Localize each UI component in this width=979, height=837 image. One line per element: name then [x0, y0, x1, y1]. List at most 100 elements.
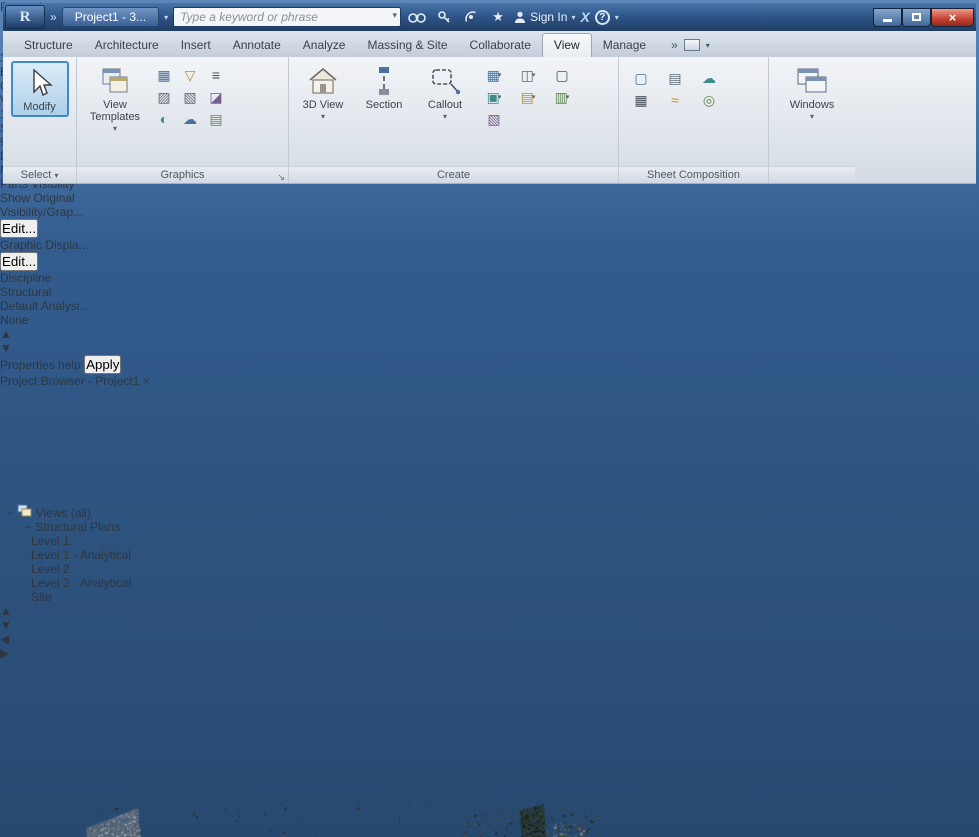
scroll-right-icon[interactable]: ▶ [0, 646, 979, 660]
matchline-icon[interactable]: ≈ [664, 90, 686, 110]
subscription-center-icon[interactable] [433, 7, 455, 27]
exchange-apps-icon[interactable]: X [580, 9, 589, 25]
scroll-up-icon[interactable]: ▲ [0, 327, 979, 341]
properties-scrollbar[interactable]: ▲ ▼ [0, 327, 979, 355]
maximize-button[interactable] [902, 7, 931, 27]
sheet-icon[interactable]: ▢ [630, 68, 652, 88]
tab-analyze[interactable]: Analyze [292, 34, 357, 57]
callout-button[interactable]: Callout ▾ [416, 61, 474, 125]
quick-access-toolbar-chevron[interactable]: » [50, 10, 57, 24]
favorites-star-icon[interactable]: ★ [487, 7, 509, 27]
visibility-graphics-edit-button[interactable]: Edit... [0, 219, 39, 238]
tab-annotate[interactable]: Annotate [222, 34, 292, 57]
thin-lines-icon[interactable]: ≡ [205, 65, 227, 85]
guide-grid-icon[interactable]: ▦ [630, 90, 652, 110]
communication-center-icon[interactable] [460, 7, 482, 27]
property-row-visibility-graphics: Visibility/Grap... Edit... [0, 205, 84, 238]
help-caret[interactable]: ▾ [615, 13, 619, 22]
close-button[interactable]: × [931, 7, 974, 27]
project-browser-header[interactable]: Project Browser - Project1 × [0, 374, 979, 388]
view-templates-button[interactable]: View Templates ▾ [82, 61, 148, 137]
title-block-icon[interactable]: ▤ [664, 68, 686, 88]
callout-caret[interactable]: ▾ [443, 111, 447, 123]
tab-insert[interactable]: Insert [170, 34, 222, 57]
project-browser-close-icon[interactable]: × [143, 374, 150, 388]
project-browser-hscrollbar[interactable]: ◀ ▶ [0, 632, 979, 660]
tab-manage[interactable]: Manage [592, 34, 657, 57]
minimize-button[interactable] [873, 7, 902, 27]
duplicate-view-icon[interactable]: ▣ ▾ [483, 87, 505, 107]
sheet-composition-buttons: ▢ ▤ ☁ ▦ ≈ ◎ [624, 67, 726, 111]
application-menu-button[interactable]: R [5, 5, 45, 29]
graphics-small-buttons: ▦ ▽ ≡ ▨ ▧ ◪ ◐ ☁ ▤ [151, 64, 229, 130]
view-reference-icon[interactable]: ◎ [698, 90, 720, 110]
modify-tab-chevron[interactable]: » [671, 38, 678, 52]
expander-icon[interactable]: − [7, 506, 14, 520]
tab-architecture[interactable]: Architecture [84, 34, 170, 57]
help-icon[interactable]: ? [594, 9, 610, 25]
property-row-default-analysis[interactable]: Default Analysi... None [0, 299, 979, 327]
create-panel-label: Create [289, 166, 618, 183]
property-row-discipline[interactable]: Discipline Structural [0, 271, 979, 299]
tree-item-level-1[interactable]: Level 1 [0, 534, 979, 548]
3d-view-caret[interactable]: ▾ [321, 111, 325, 123]
elevation-icon[interactable]: ◫ ▾ [517, 65, 539, 85]
apply-button[interactable]: Apply [84, 355, 122, 374]
render-in-cloud-icon[interactable]: ☁ [179, 109, 201, 129]
scroll-left-icon[interactable]: ◀ [0, 632, 979, 646]
legends-icon[interactable]: ▤ ▾ [517, 87, 539, 107]
tab-view[interactable]: View [541, 33, 592, 57]
windows-caret[interactable]: ▾ [810, 111, 814, 123]
tree-item-site[interactable]: Site [0, 590, 979, 604]
search-input[interactable] [173, 7, 402, 27]
callout-icon [429, 63, 461, 99]
modify-button[interactable]: Modify [10, 61, 69, 117]
tab-massing-site[interactable]: Massing & Site [356, 34, 458, 57]
drafting-view-icon[interactable]: ▢ [551, 65, 573, 85]
3d-view-house-icon [306, 63, 340, 99]
section-button[interactable]: Section [355, 61, 413, 113]
scroll-down-icon[interactable]: ▼ [0, 618, 979, 632]
filters-icon[interactable]: ▽ [179, 65, 201, 85]
expander-icon[interactable]: − [25, 520, 32, 534]
qat-customize-caret[interactable]: ▾ [164, 13, 168, 22]
3d-view-button[interactable]: 3D View ▾ [294, 61, 352, 125]
visibility-graphics-icon[interactable]: ▦ [153, 65, 175, 85]
select-panel-caret[interactable]: ▾ [54, 171, 58, 180]
sign-in-caret[interactable]: ▾ [571, 13, 575, 22]
scroll-up-icon[interactable]: ▲ [0, 604, 979, 618]
schedules-icon[interactable]: ▥ ▾ [551, 87, 573, 107]
tree-item-views-all[interactable]: − Views (all) [0, 504, 979, 520]
drawing-area[interactable]: × TOP FRONT RIGHT [0, 660, 979, 837]
tree-item-level-2[interactable]: Level 2 [0, 562, 979, 576]
render-icon[interactable]: ◐ [153, 109, 175, 129]
ribbon-state-icon[interactable] [683, 39, 700, 51]
revisions-icon[interactable]: ☁ [698, 68, 720, 88]
plan-views-icon[interactable]: ▦ ▾ [483, 65, 505, 85]
view-templates-caret[interactable]: ▾ [113, 123, 117, 135]
graphic-display-edit-button[interactable]: Edit... [0, 252, 39, 271]
search-binoculars-icon[interactable] [406, 7, 428, 27]
graphics-dialog-launcher-icon[interactable]: ↘ [277, 169, 285, 185]
search-scope-caret[interactable]: ▾ [393, 10, 398, 21]
tree-item-structural-plans[interactable]: − Structural Plans [0, 520, 979, 534]
project-browser-scrollbar[interactable]: ▲ ▼ [0, 604, 979, 632]
window-controls: × [873, 7, 974, 27]
ribbon-minimize-caret[interactable]: ▾ [706, 41, 710, 50]
tab-structure[interactable]: Structure [13, 34, 84, 57]
tab-collaborate[interactable]: Collaborate [459, 34, 542, 57]
tree-item-level-1-analytical[interactable]: Level 1 - Analytical [0, 548, 979, 562]
remove-hidden-lines-icon[interactable]: ▧ [179, 87, 201, 107]
select-panel-label[interactable]: Select ▾ [3, 166, 76, 183]
show-hidden-lines-icon[interactable]: ▨ [153, 87, 175, 107]
scope-box-icon[interactable]: ▧ [483, 109, 505, 129]
render-gallery-icon[interactable]: ▤ [205, 109, 227, 129]
point-cloud-canvas[interactable] [0, 660, 659, 837]
tree-item-level-2-analytical[interactable]: Level 2 - Analytical [0, 576, 979, 590]
windows-button[interactable]: Windows ▾ [783, 61, 841, 125]
window-title: Project1 - 3... [61, 7, 160, 27]
properties-help-link[interactable]: Properties help [0, 358, 81, 372]
sign-in-control[interactable]: Sign In ▾ [514, 10, 575, 24]
cut-profile-icon[interactable]: ◪ [205, 87, 227, 107]
scroll-down-icon[interactable]: ▼ [0, 341, 979, 355]
